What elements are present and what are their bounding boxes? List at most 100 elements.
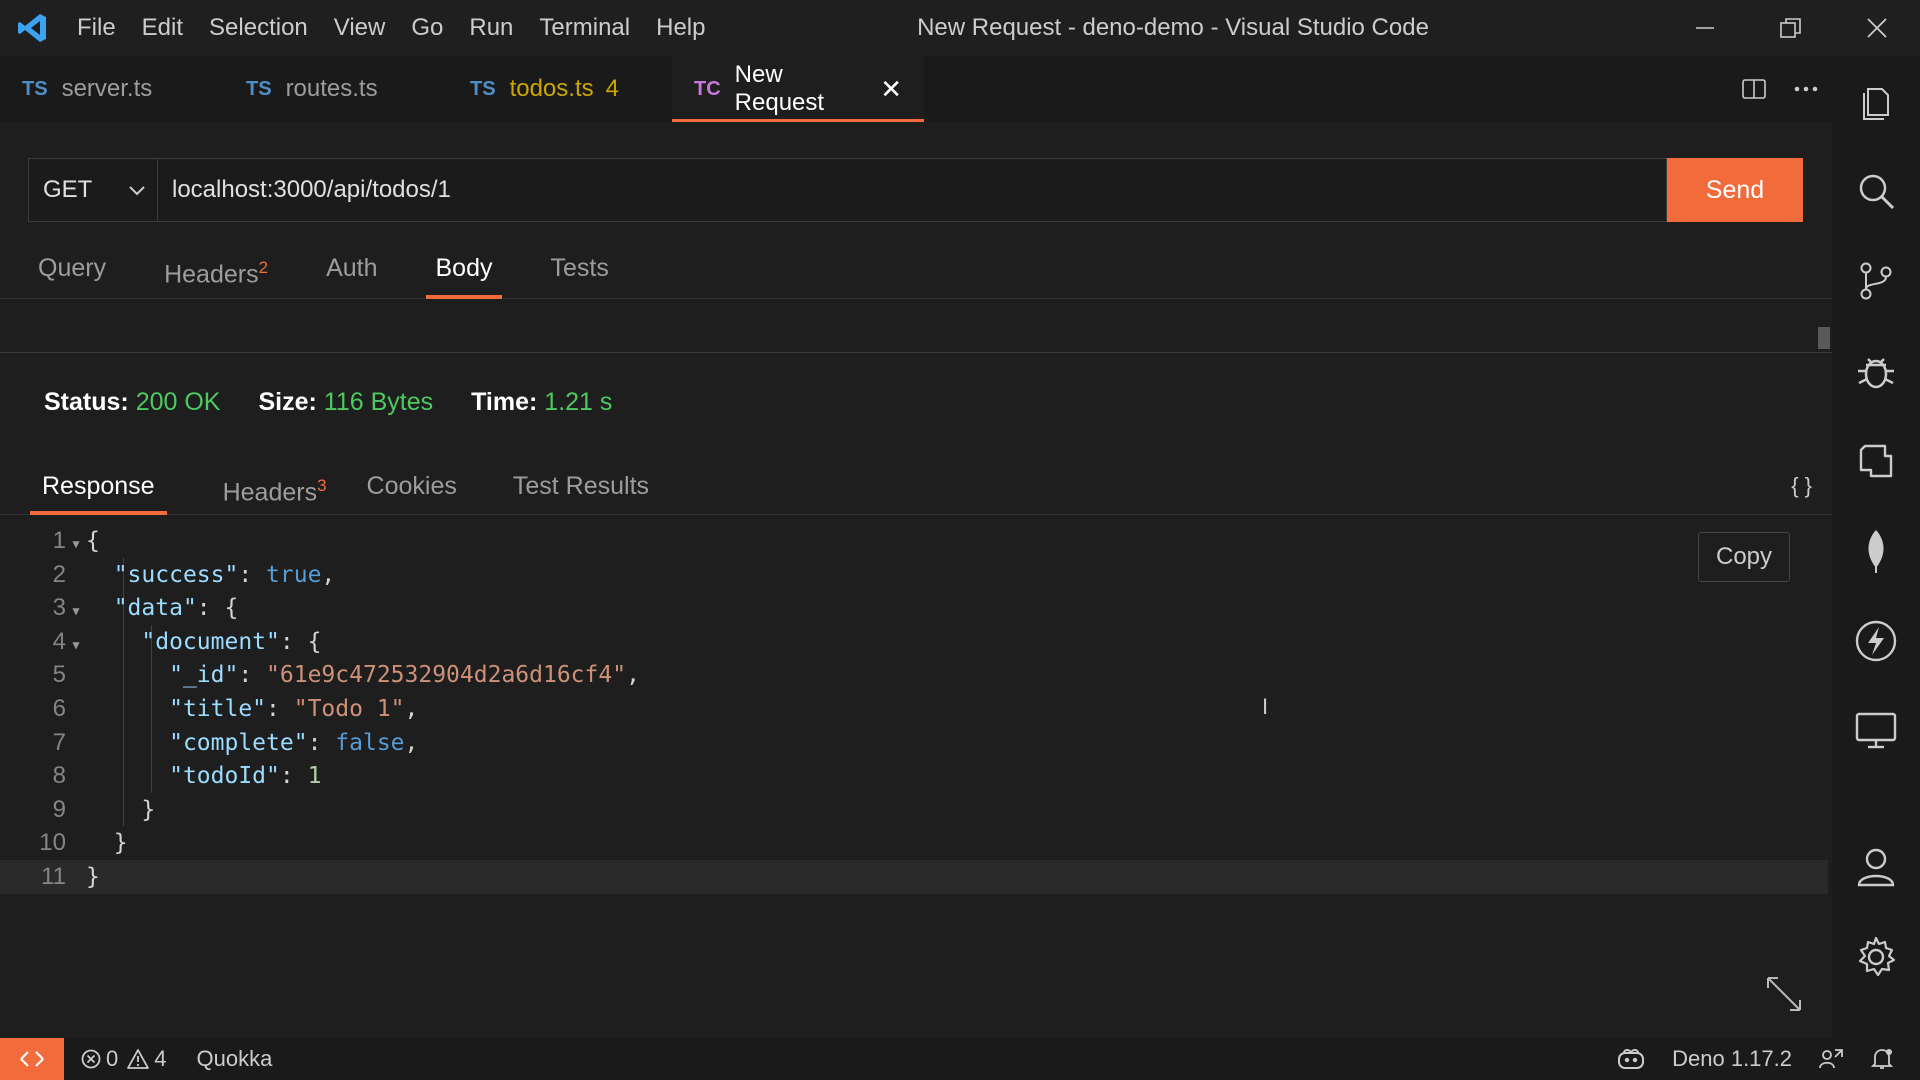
copy-button[interactable]: Copy — [1698, 532, 1790, 582]
json-key: "todoId" — [169, 763, 280, 790]
json-key: "document" — [141, 628, 280, 655]
fold-arrow-icon[interactable]: ▼ — [66, 595, 86, 629]
tab-new-request[interactable]: TC New Request ✕ — [672, 56, 924, 122]
status-key: Status: — [44, 388, 129, 416]
minimize-button[interactable] — [1662, 0, 1748, 56]
tab-todos-ts[interactable]: TS todos.ts 4 — [448, 56, 672, 122]
notifications-bell-icon[interactable] — [1870, 1047, 1894, 1071]
expand-icon[interactable] — [1764, 974, 1804, 1019]
code-line: 4 ▼ "document": { — [0, 625, 1828, 659]
fold-arrow-icon[interactable]: ▼ — [66, 629, 86, 663]
tab-response[interactable]: Response — [30, 462, 167, 515]
more-actions-icon[interactable] — [1780, 56, 1832, 122]
code-text: } — [86, 830, 128, 857]
size-info: Size: 116 Bytes — [258, 388, 433, 417]
code-text: { — [86, 528, 100, 554]
debug-icon[interactable] — [1832, 326, 1920, 416]
code-line: 1 ▼{ — [0, 524, 1828, 558]
menu-edit[interactable]: Edit — [129, 0, 196, 56]
method-select[interactable]: GET — [28, 158, 158, 222]
request-bar: GET Send — [28, 158, 1803, 222]
code-text: } — [86, 863, 100, 890]
explorer-icon[interactable] — [1832, 56, 1920, 146]
copilot-icon[interactable] — [1616, 1047, 1646, 1071]
menu-selection[interactable]: Selection — [196, 0, 321, 56]
menu-file[interactable]: File — [64, 0, 129, 56]
remote-explorer-icon[interactable] — [1832, 686, 1920, 776]
restore-button[interactable] — [1748, 0, 1834, 56]
panel-resize-handle[interactable] — [1818, 327, 1830, 349]
code-text: "document": { — [141, 628, 322, 655]
code-line: 2 "success": true, — [0, 558, 1828, 592]
send-button[interactable]: Send — [1667, 158, 1803, 222]
accounts-icon[interactable] — [1832, 822, 1920, 912]
time-key: Time: — [471, 388, 538, 416]
live-share-icon[interactable] — [1818, 1047, 1844, 1071]
menu-terminal[interactable]: Terminal — [526, 0, 643, 56]
tab-auth[interactable]: Auth — [306, 246, 397, 298]
thunder-client-icon[interactable] — [1832, 596, 1920, 686]
json-value: true — [266, 561, 322, 588]
code-text: "title": "Todo 1", — [169, 695, 419, 722]
warning-icon — [127, 1049, 150, 1069]
response-editor[interactable]: 1 ▼{ 2 "success": true, 3 ▼ "data": { 4 ▼ "… — [0, 524, 1828, 894]
search-icon[interactable] — [1832, 146, 1920, 236]
line-number: 2 — [52, 560, 66, 588]
tab-body[interactable]: Body — [416, 246, 513, 299]
mongodb-leaf-icon[interactable] — [1832, 506, 1920, 596]
json-key: "_id" — [169, 662, 239, 689]
response-status: Status: 200 OK Size: 116 Bytes Time: 1.2… — [44, 388, 650, 417]
tab-cookies[interactable]: Cookies — [355, 462, 469, 514]
close-tab-icon[interactable]: ✕ — [880, 74, 902, 105]
problem-count-badge: 4 — [605, 75, 619, 102]
tab-tests[interactable]: Tests — [530, 246, 628, 298]
tab-headers-label: Headers — [164, 260, 259, 289]
settings-gear-icon[interactable] — [1832, 912, 1920, 1002]
code-text: } — [86, 796, 156, 823]
tab-response-headers[interactable]: Headers3 — [211, 462, 339, 514]
status-info: Status: 200 OK — [44, 388, 220, 417]
error-icon — [81, 1049, 101, 1069]
menu-run[interactable]: Run — [456, 0, 526, 56]
tab-server-ts[interactable]: TS server.ts — [0, 56, 224, 122]
menu-view[interactable]: View — [321, 0, 399, 56]
time-info: Time: 1.21 s — [471, 388, 612, 417]
size-key: Size: — [258, 388, 317, 416]
split-editor-icon[interactable] — [1728, 56, 1780, 122]
line-number: 7 — [52, 728, 66, 756]
status-value: 200 OK — [135, 388, 221, 416]
line-number: 1 — [52, 527, 66, 554]
deno-version[interactable]: Deno 1.17.2 — [1672, 1046, 1792, 1072]
fold-arrow-icon[interactable]: ▼ — [66, 528, 86, 562]
error-count: 0 — [106, 1046, 119, 1071]
line-number: 9 — [52, 795, 66, 823]
quokka-status[interactable]: Quokka — [197, 1046, 273, 1072]
code-line: 8 "todoId": 1 — [0, 759, 1828, 793]
format-json-icon[interactable]: { } — [1791, 462, 1812, 510]
tab-headers[interactable]: Headers2 — [144, 246, 288, 298]
problems-indicator[interactable]: 0 4 — [80, 1046, 167, 1072]
tab-cookies-label: Cookies — [366, 472, 457, 500]
json-key: "complete" — [169, 729, 308, 756]
line-number: 6 — [52, 694, 66, 722]
close-window-button[interactable] — [1834, 0, 1920, 56]
code-text: "success": true, — [113, 561, 336, 588]
remote-indicator-icon[interactable] — [0, 1038, 64, 1080]
tab-routes-ts[interactable]: TS routes.ts — [224, 56, 448, 122]
json-value: 1 — [307, 763, 322, 790]
tab-query[interactable]: Query — [18, 246, 126, 298]
code-text: "data": { — [113, 595, 239, 622]
response-headers-count-badge: 3 — [317, 476, 327, 495]
json-value: "61e9c472532904d2a6d16cf4" — [266, 662, 627, 689]
tab-test-results[interactable]: Test Results — [501, 462, 661, 514]
menu-help[interactable]: Help — [643, 0, 718, 56]
extensions-icon[interactable] — [1832, 416, 1920, 506]
url-input[interactable] — [158, 158, 1667, 222]
status-bar-right: Deno 1.17.2 — [1616, 1038, 1920, 1080]
code-text: "complete": false, — [169, 729, 419, 756]
panel-divider[interactable] — [0, 352, 1832, 353]
source-control-icon[interactable] — [1832, 236, 1920, 326]
menu-go[interactable]: Go — [398, 0, 456, 56]
code-line: 9 } — [0, 793, 1828, 827]
line-number: 10 — [39, 829, 66, 857]
